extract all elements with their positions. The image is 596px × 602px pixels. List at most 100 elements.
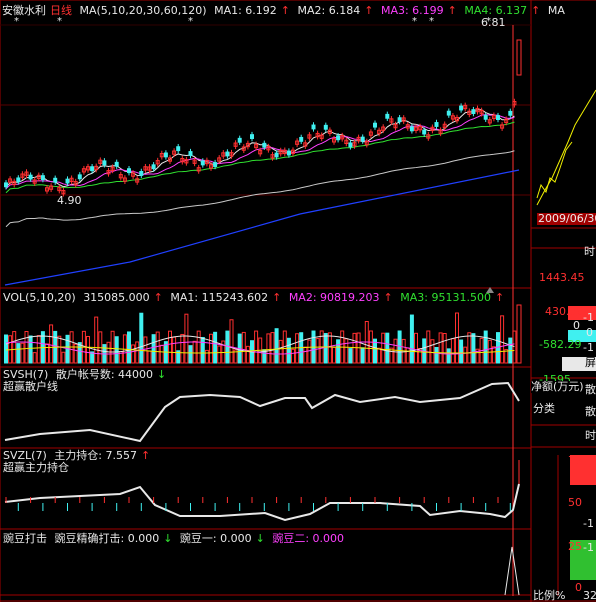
candle-body xyxy=(496,115,500,121)
candle-body xyxy=(286,150,291,156)
vol-bar xyxy=(438,332,443,364)
category-label[interactable]: 分类 xyxy=(533,403,555,415)
vol-tick-1: 1443.45 xyxy=(539,271,585,284)
candle-body xyxy=(422,129,427,135)
bean-l2: 豌豆一: 0.000 xyxy=(179,532,252,545)
vol-bar xyxy=(36,335,41,364)
period-label[interactable]: 日线 xyxy=(50,4,72,17)
vol-bar xyxy=(405,347,410,364)
vol-bar xyxy=(266,333,271,364)
ma60-line xyxy=(5,150,515,228)
candle-body xyxy=(397,117,402,123)
vol-bar xyxy=(450,338,455,364)
vol-bar xyxy=(106,341,111,364)
vol-bar xyxy=(307,339,312,364)
vol-bar xyxy=(303,346,308,364)
screen-button[interactable]: 屏 xyxy=(562,357,596,371)
vol-bar xyxy=(28,335,33,364)
svsh-value: 散户帐号数: 44000 xyxy=(55,368,154,381)
bean-title: 豌豆打击 xyxy=(3,532,47,545)
vol-bar xyxy=(463,346,468,364)
vol-bar xyxy=(172,336,177,364)
candle-body xyxy=(385,113,390,119)
up-arrow-icon: ↑ xyxy=(494,291,505,304)
vol-bar xyxy=(24,330,29,364)
vol-bar xyxy=(20,342,25,364)
vol-bar xyxy=(217,345,222,364)
vol-bar xyxy=(393,338,398,364)
candle-body xyxy=(237,137,242,143)
candle-body xyxy=(114,161,119,167)
vol-bar xyxy=(209,333,213,364)
vol-bar xyxy=(49,324,54,364)
candle-body xyxy=(446,110,451,116)
edge-char-6: 散 xyxy=(585,383,596,396)
candle-body xyxy=(434,122,439,127)
edge-char-2: -1 xyxy=(583,311,594,324)
edge-char-10: -1 xyxy=(583,541,594,554)
svsh-line xyxy=(4,381,520,443)
candle-body xyxy=(299,136,304,142)
vol-bar xyxy=(315,338,320,364)
candle-body xyxy=(4,182,8,188)
candle-body xyxy=(409,126,414,132)
vol-ma3: MA3: 95131.500 xyxy=(400,291,491,304)
vol-bar xyxy=(139,312,144,364)
vol-bar xyxy=(352,332,357,364)
candle-body xyxy=(336,135,341,141)
star-marker-0: * xyxy=(14,16,19,27)
candle-body xyxy=(163,152,168,158)
svsh-line-name: 超赢散户线 xyxy=(3,380,58,393)
vol-bar xyxy=(491,346,496,364)
vol-bar xyxy=(127,331,131,364)
vol-bar xyxy=(512,330,517,364)
up-arrow-icon: ↑ xyxy=(280,4,291,17)
vol-bar xyxy=(229,319,234,364)
up-arrow-icon: ↑ xyxy=(364,4,374,17)
edge-char-9: -1 xyxy=(583,517,594,530)
vol-bar xyxy=(336,339,341,364)
candle-body xyxy=(102,160,107,166)
up-arrow-icon: ↑ xyxy=(140,449,151,462)
down-arrow-icon: ↓ xyxy=(255,532,265,545)
stock-chart-window: * * * * * * 安徽水利 日线 MA(5,10,20,30,60,120) MA1:… xyxy=(0,0,596,602)
vol-bar xyxy=(270,332,275,364)
up-arrow-icon: ↑ xyxy=(531,4,541,17)
up-arrow-icon: ↑ xyxy=(153,291,163,304)
vol-bar xyxy=(180,333,185,364)
vol-bar xyxy=(4,334,8,364)
vol-bar xyxy=(114,336,119,364)
tick-75: 75 xyxy=(568,454,582,467)
candle-body xyxy=(200,160,205,166)
ma-more: MA xyxy=(547,4,565,17)
star-marker-3: * xyxy=(412,16,417,27)
vol-bar xyxy=(409,314,414,364)
candle-body xyxy=(65,178,70,184)
vol-title: VOL(5,10,20) xyxy=(3,291,76,304)
net-amount-label: 净额(万元) xyxy=(531,380,584,393)
candle-body xyxy=(348,142,353,148)
candle-body xyxy=(188,151,193,156)
ma1-value: MA1: 6.192 xyxy=(214,4,277,17)
stock-name: 安徽水利 xyxy=(2,4,46,17)
vol-bar xyxy=(381,332,386,364)
candle-body xyxy=(250,134,254,140)
vol-bar xyxy=(446,348,451,364)
vol-bar xyxy=(500,315,505,364)
vol-bar xyxy=(360,347,365,364)
svzl-line xyxy=(4,483,520,522)
vol-bar xyxy=(471,333,476,364)
up-arrow-icon: ↑ xyxy=(383,291,393,304)
vol-bar xyxy=(168,330,172,364)
high-price-label: 6.81 xyxy=(481,16,506,29)
vol-bar xyxy=(377,347,382,364)
vol-bar xyxy=(184,313,189,364)
svzl-line-name: 超赢主力持仓 xyxy=(3,461,69,474)
candle-body xyxy=(139,170,144,176)
candle-body xyxy=(127,168,131,174)
last-candle-body xyxy=(516,39,522,76)
vol-bar xyxy=(254,330,259,364)
candle-body xyxy=(373,122,377,128)
up-arrow-icon: ↑ xyxy=(447,4,457,17)
edge-char-3: 0 xyxy=(586,326,593,339)
